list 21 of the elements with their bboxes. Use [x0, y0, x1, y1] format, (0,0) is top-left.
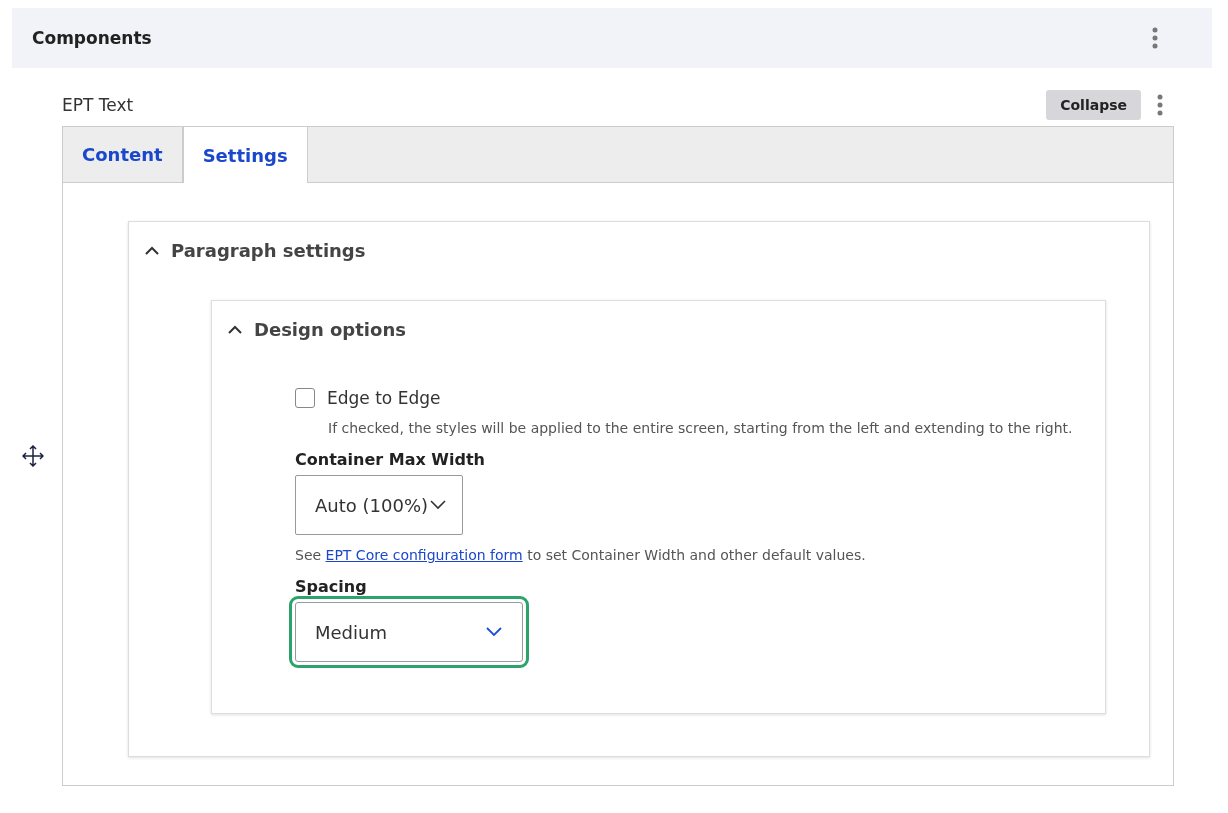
chevron-down-icon [486, 627, 502, 637]
design-options-toggle[interactable]: Design options [228, 301, 406, 358]
select-field[interactable]: Auto (100%) [295, 475, 463, 535]
paragraph-settings-toggle[interactable]: Paragraph settings [145, 222, 366, 279]
field-label: Spacing [295, 577, 368, 596]
tab[interactable]: Settings [182, 127, 308, 183]
chevron-down-icon [430, 500, 446, 510]
help-text: See EPT Core configuration form to set Container Width and other default values. [295, 547, 867, 563]
chevron-icon [145, 246, 159, 255]
configuration-link[interactable]: EPT Core configuration form [325, 547, 523, 563]
more-options-icon[interactable] [1152, 27, 1158, 49]
field-label: Container Max Width [295, 450, 486, 469]
more-options-icon[interactable] [1157, 94, 1163, 116]
checkbox-label[interactable]: Edge to Edge [327, 388, 441, 408]
chevron-icon [228, 325, 242, 334]
checkbox[interactable] [295, 388, 315, 408]
section-title: Components [32, 28, 152, 48]
move-handle-icon[interactable] [21, 445, 44, 467]
field-description: If checked, the styles will be applied to the entire screen, starting from the left and extending to the right. [328, 420, 1074, 436]
collapse-button[interactable]: Collapse [1046, 90, 1141, 120]
component-title: EPT Text [62, 95, 135, 115]
